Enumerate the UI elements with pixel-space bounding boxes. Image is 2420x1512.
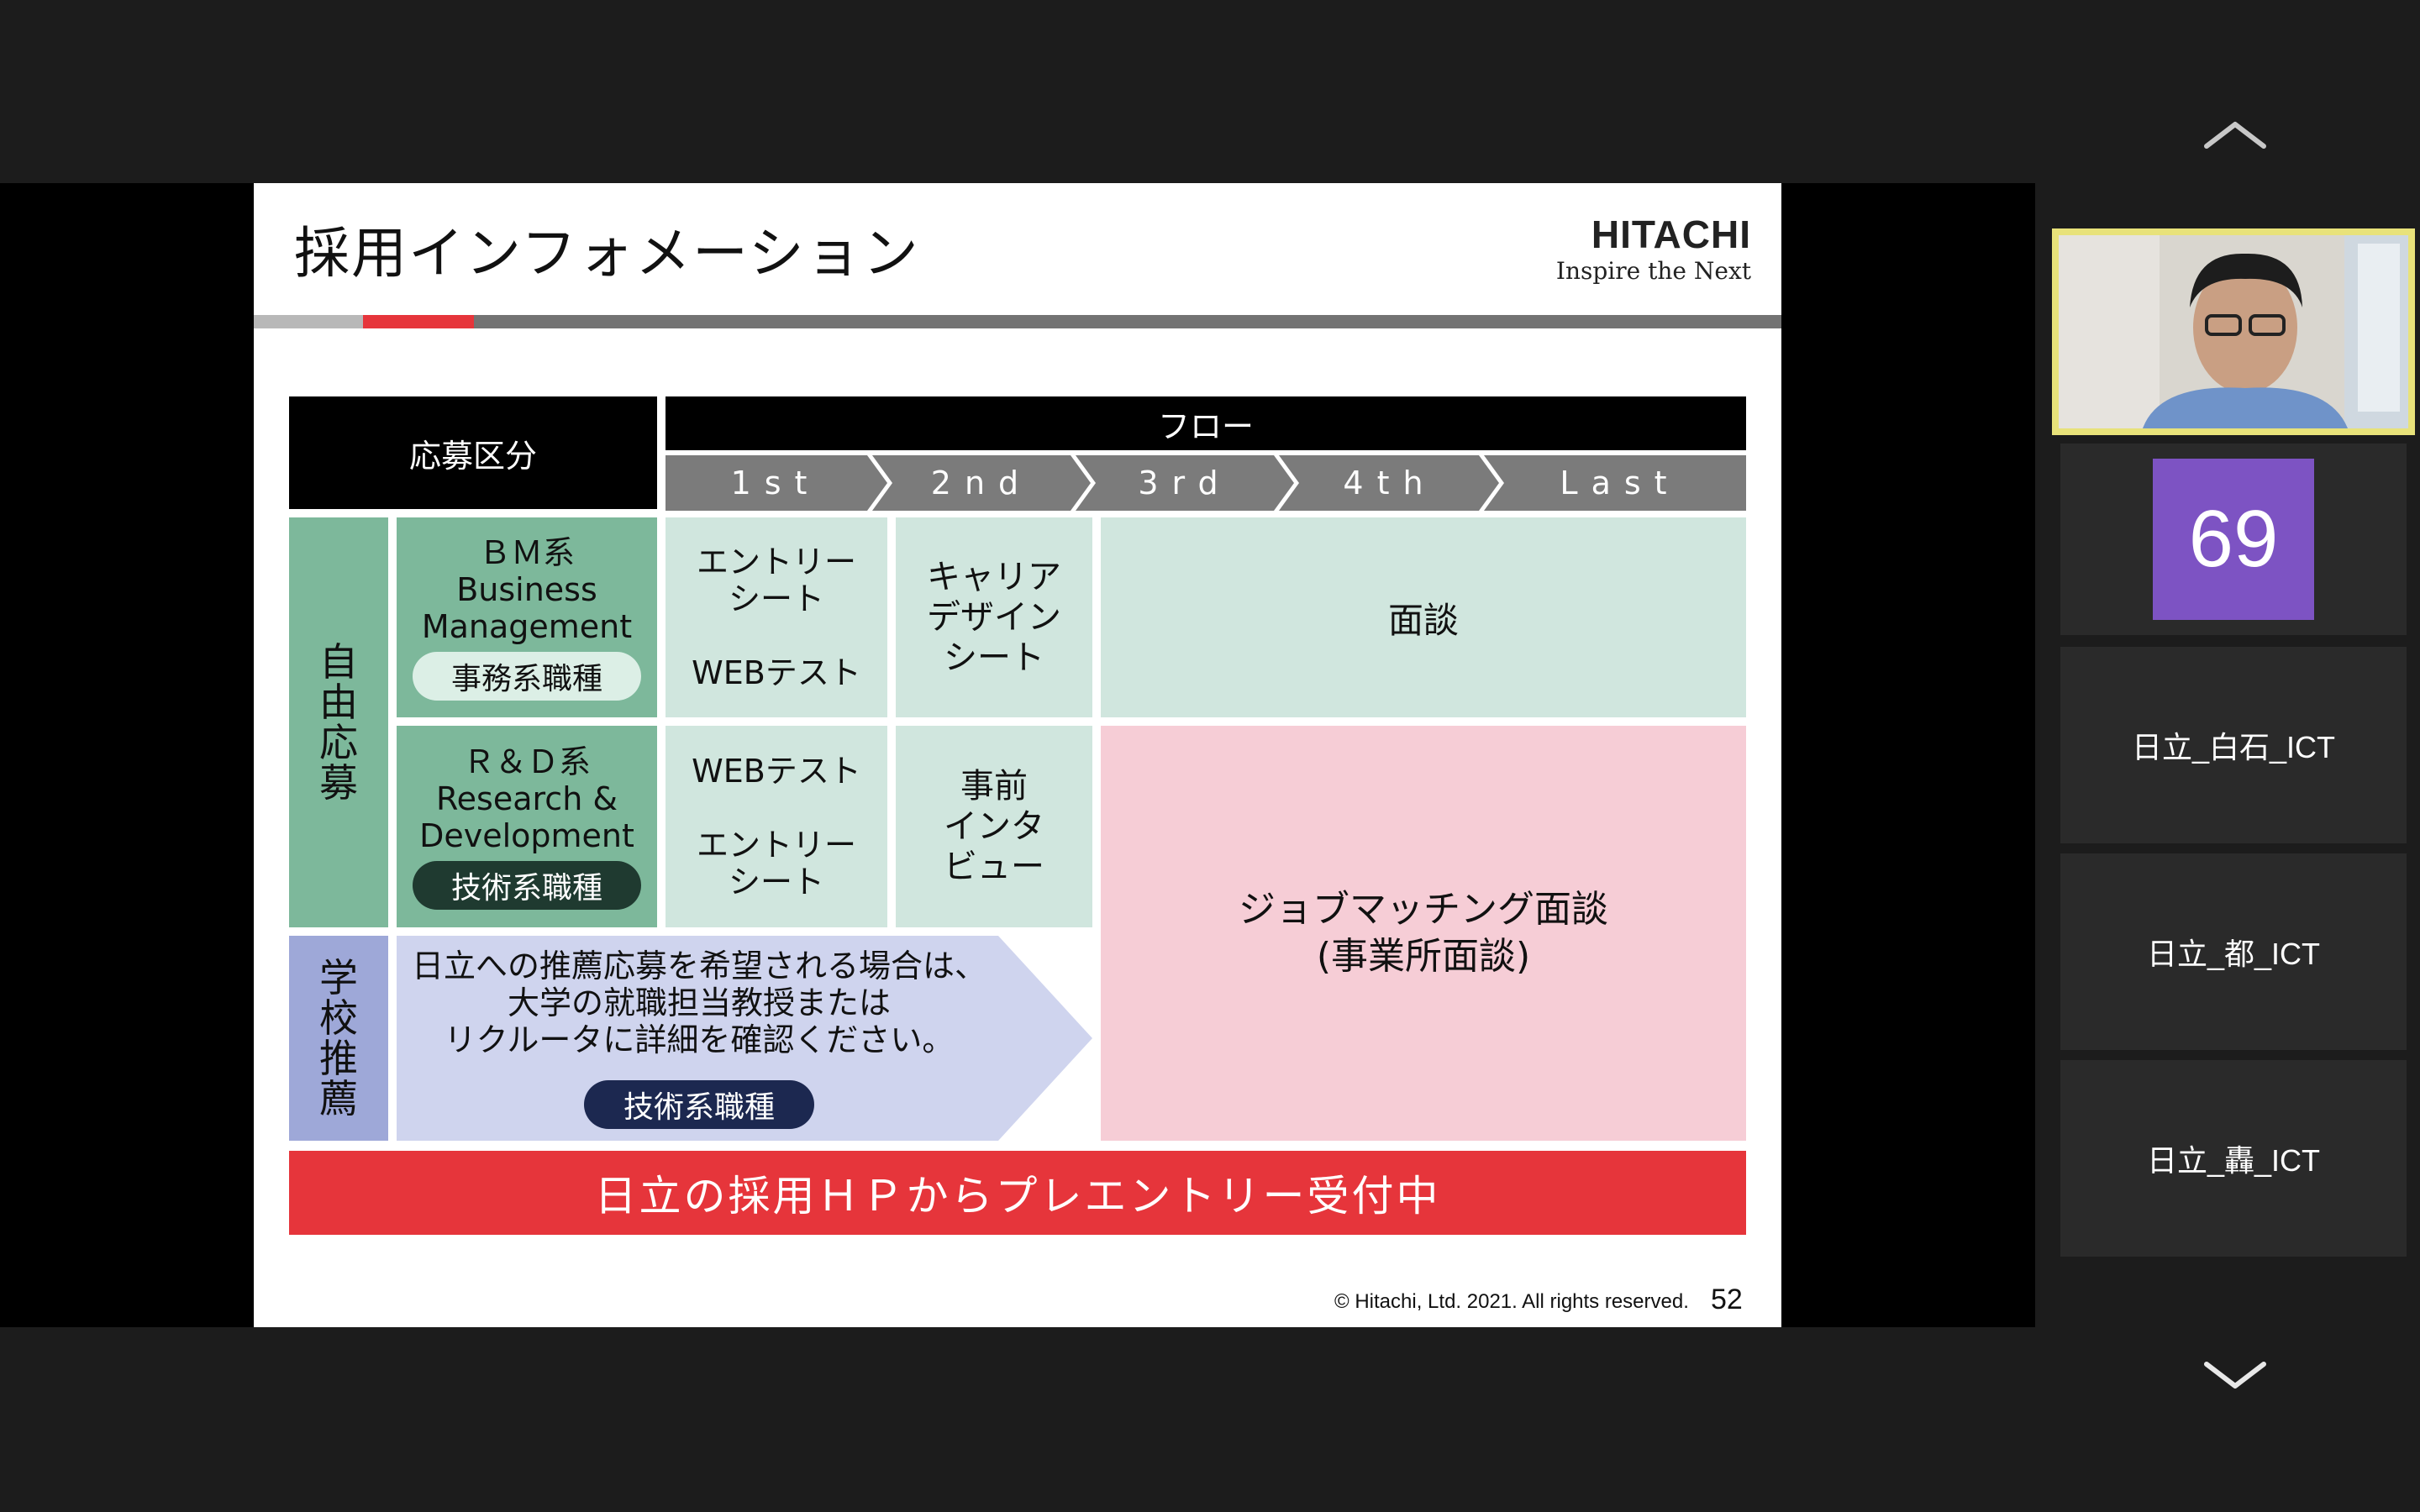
chevron-down-icon [2204, 1362, 2266, 1389]
rd-first-step-cell: WEBテスト エントリー シート [666, 726, 887, 927]
rd-line1: Research & [435, 780, 618, 817]
bm-second-line1: キャリア [927, 558, 1061, 596]
bm-line2: Management [421, 608, 633, 645]
participant-name: 日立_轟_ICT [2146, 1143, 2321, 1178]
school-recommendation-body: 日立への推薦応募を希望される場合は、 大学の就職担当教授または リクルータに詳細… [397, 936, 1002, 1141]
bm-category-cell: ＢＭ系 Business Management 事務系職種 [397, 517, 657, 717]
rd-web-test: WEBテスト [692, 753, 861, 790]
pre-entry-banner: 日立の採用ＨＰからプレエントリー受付中 [289, 1151, 1746, 1235]
bm-second-line3: シート [944, 638, 1044, 677]
school-text-line2: 大学の就職担当教授または [507, 984, 891, 1021]
copyright-text: © Hitachi, Ltd. 2021. All rights reserve… [1334, 1290, 1689, 1313]
school-text-line1: 日立への推薦応募を希望される場合は、 [411, 948, 986, 984]
speaker-video [2059, 235, 2408, 428]
rd-job-tag: 技術系職種 [413, 861, 641, 910]
chevron-up-icon [2204, 122, 2266, 149]
speaker-video-frame [2059, 235, 2408, 428]
bm-second-line2: デザイン [927, 598, 1061, 637]
participant-tile-todoroki[interactable]: 日立_轟_ICT [2060, 1060, 2407, 1257]
header-rule-red-segment [363, 315, 474, 328]
rd-second-line1: 事前 [960, 767, 1028, 806]
participant-count-tile[interactable]: 69 [2060, 444, 2407, 635]
rd-line2: Development [419, 817, 634, 854]
bm-line1: Business [456, 571, 597, 608]
rd-second-step-cell: 事前 インタ ビュー [896, 726, 1092, 927]
participant-tile-shiraishi[interactable]: 日立_白石_ICT [2060, 647, 2407, 843]
school-job-tag: 技術系職種 [584, 1080, 814, 1129]
job-matching-line1: ジョブマッチング面談 [1239, 888, 1608, 931]
flow-step-last: Last [1560, 465, 1681, 501]
bm-first-line1: エントリー [696, 543, 856, 580]
flow-step-2nd: 2nd [930, 465, 1033, 501]
participant-count-badge: 69 [2153, 459, 2314, 620]
bm-job-tag: 事務系職種 [413, 652, 641, 701]
slide-page-number: 52 [1711, 1284, 1743, 1315]
logo-tagline: Inspire the Next [1555, 257, 1751, 285]
participant-tile-miyako[interactable]: 日立_都_ICT [2060, 853, 2407, 1050]
scroll-down-button[interactable] [2185, 1351, 2286, 1401]
active-speaker-tile[interactable] [2052, 228, 2415, 435]
flow-step-1st: 1st [730, 465, 821, 501]
slide-title: 採用インフォメーション [294, 221, 920, 286]
school-text-line3: リクルータに詳細を確認ください。 [444, 1021, 955, 1058]
rd-first-line2: シート [728, 864, 824, 900]
rd-first-line1: エントリー [696, 827, 856, 864]
job-matching-cell: ジョブマッチング面談 (事業所面談) [1101, 726, 1746, 1141]
free-application-label: 自由応募 [289, 517, 388, 927]
bm-first-line2: シート [728, 580, 824, 617]
header-rule [254, 315, 1781, 328]
hitachi-logo: HITACHI Inspire the Next [1556, 215, 1751, 285]
rd-second-line2: インタ [944, 807, 1044, 846]
scroll-up-button[interactable] [2185, 109, 2286, 160]
free-application-text: 自由応募 [319, 639, 358, 806]
rd-second-line3: ビュー [944, 848, 1044, 886]
flow-step-3rd: 3rd [1138, 465, 1232, 501]
flow-step-4th: 4th [1343, 465, 1437, 501]
header-category-cell: 応募区分 [289, 396, 657, 509]
participant-name: 日立_白石_ICT [2131, 730, 2336, 764]
rd-title: Ｒ＆Ｄ系 [462, 743, 591, 780]
bm-interview-cell: 面談 [1101, 517, 1746, 717]
bm-second-step-cell: キャリア デザイン シート [896, 517, 1092, 717]
rd-category-cell: Ｒ＆Ｄ系 Research & Development 技術系職種 [397, 726, 657, 927]
presentation-slide: 採用インフォメーション HITACHI Inspire the Next 応募区… [254, 183, 1781, 1327]
header-flow-cell: フロー [666, 396, 1746, 450]
job-matching-line2: (事業所面談) [1316, 935, 1531, 978]
bm-title: ＢＭ系 [478, 534, 575, 571]
header-rule-light-segment [254, 315, 363, 328]
bm-first-step-cell: エントリー シート WEBテスト [666, 517, 887, 717]
school-recommendation-label: 学校推薦 [289, 936, 388, 1141]
participant-name: 日立_都_ICT [2146, 937, 2321, 971]
school-recommendation-text: 学校推薦 [319, 955, 358, 1121]
bm-web-test: WEBテスト [692, 654, 861, 691]
logo-name: HITACHI [1591, 213, 1751, 256]
